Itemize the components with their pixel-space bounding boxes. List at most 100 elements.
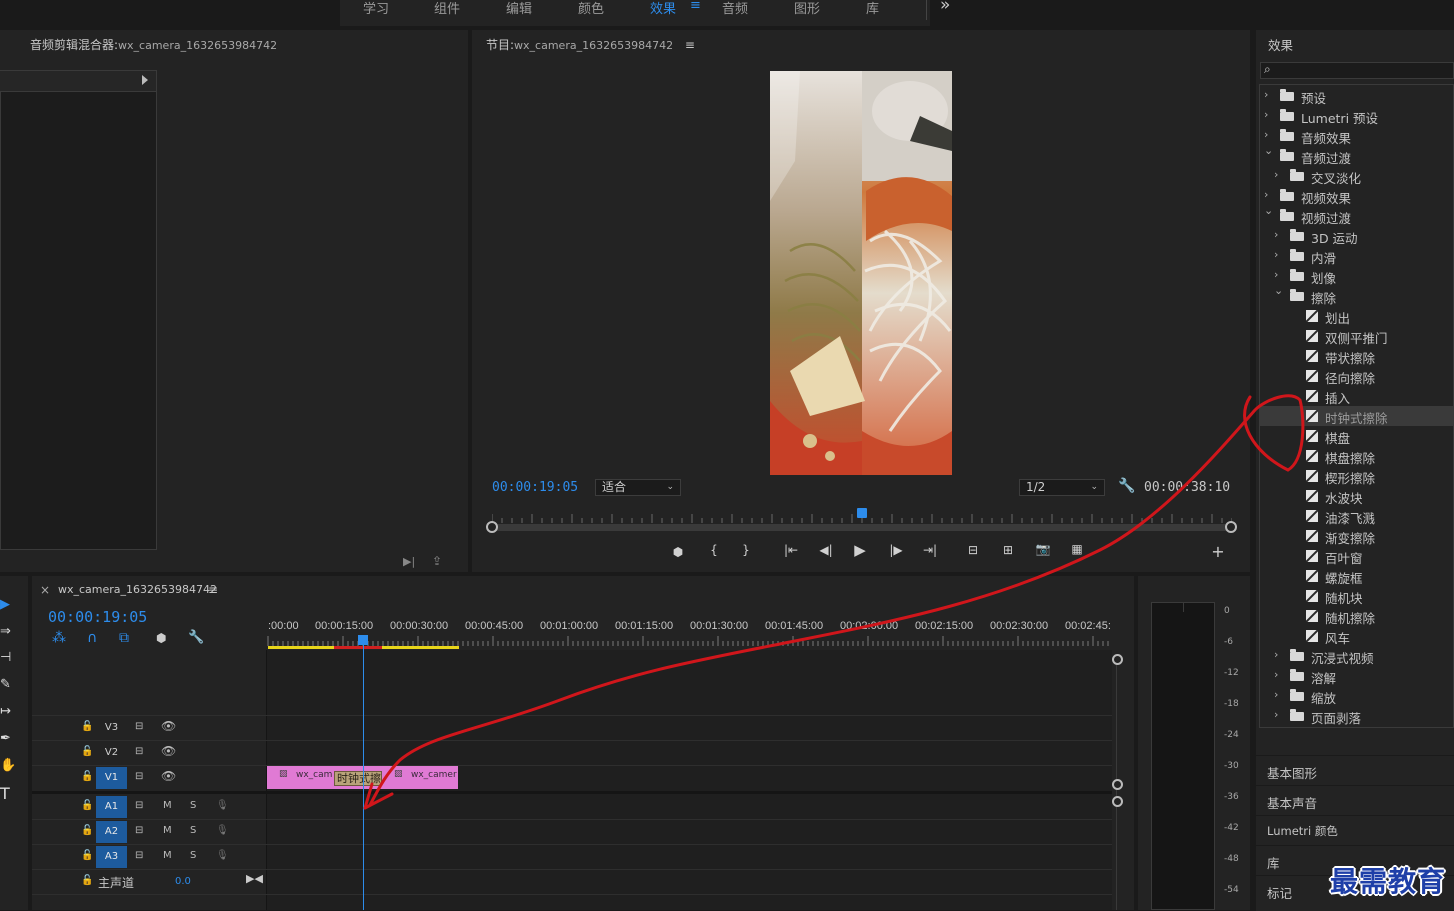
add-button-icon[interactable]: +: [1209, 542, 1227, 561]
timeline-close-icon[interactable]: ×: [40, 583, 50, 597]
mark-in-icon[interactable]: {: [705, 543, 723, 557]
linked-selection-icon[interactable]: ⧉: [119, 630, 129, 646]
program-current-timecode[interactable]: 00:00:19:05: [492, 480, 578, 495]
chevron-right-icon[interactable]: ›: [1264, 88, 1274, 101]
microphone-icon[interactable]: 🎙: [216, 800, 229, 811]
effects-tree-item[interactable]: 楔形擦除: [1260, 466, 1454, 486]
eye-icon[interactable]: 👁: [161, 769, 176, 783]
export-frame-camera-icon[interactable]: 📷: [1034, 542, 1052, 556]
effects-search-bar[interactable]: ⌕: [1260, 62, 1454, 80]
play-icon[interactable]: ▶: [851, 541, 869, 559]
effects-search-input[interactable]: [1279, 63, 1453, 80]
track-header-a2[interactable]: 🔓 A2 ⊟ M S 🎙: [32, 820, 266, 844]
effects-tree-item[interactable]: › 缩放: [1260, 686, 1454, 706]
slip-tool-icon[interactable]: ↦: [0, 704, 14, 719]
track-header-a1[interactable]: 🔓 A1 ⊟ M S 🎙: [32, 795, 266, 819]
ripple-edit-tool-icon[interactable]: ⊣: [0, 650, 14, 665]
mixer-loop-icon[interactable]: ▶|: [403, 555, 415, 568]
effects-tree-item[interactable]: › 3D 运动: [1260, 226, 1454, 246]
essential-sound-panel[interactable]: 基本声音: [1256, 785, 1454, 815]
microphone-icon[interactable]: 🎙: [216, 850, 229, 861]
sync-lock-icon[interactable]: ⊟: [135, 825, 143, 836]
effects-tree-item[interactable]: 随机擦除: [1260, 606, 1454, 626]
lumetri-color-panel[interactable]: Lumetri 颜色: [1256, 815, 1454, 845]
effects-tree-item[interactable]: 带状擦除: [1260, 346, 1454, 366]
scroll-handle-mid[interactable]: [1112, 779, 1123, 790]
effects-tree-item[interactable]: 径向擦除: [1260, 366, 1454, 386]
effects-tree-item[interactable]: › 音频效果: [1260, 126, 1454, 146]
track-header-a3[interactable]: 🔓 A3 ⊟ M S 🎙: [32, 845, 266, 869]
track-header-v2[interactable]: 🔓 V2 ⊟ 👁: [32, 741, 266, 765]
eye-icon[interactable]: 👁: [161, 744, 176, 758]
lock-icon[interactable]: 🔓: [81, 875, 93, 886]
sync-lock-icon[interactable]: ⊟: [135, 721, 143, 732]
chevron-right-icon[interactable]: ›: [1274, 668, 1284, 681]
sync-lock-icon[interactable]: ⊟: [135, 771, 143, 782]
effects-tree-item[interactable]: › 划像: [1260, 266, 1454, 286]
pen-tool-icon[interactable]: ✒: [0, 731, 14, 746]
tab-effects-menu-icon[interactable]: ≡: [690, 0, 701, 13]
lock-icon[interactable]: 🔓: [81, 850, 93, 861]
snap-magnet-icon[interactable]: ∩: [87, 630, 97, 646]
chevron-down-icon[interactable]: ⌄: [1264, 204, 1274, 217]
effects-tree-item[interactable]: 油漆飞溅: [1260, 506, 1454, 526]
effects-tree-item[interactable]: 双侧平推门: [1260, 326, 1454, 346]
comparison-view-icon[interactable]: ▦: [1068, 542, 1086, 556]
chevron-right-icon[interactable]: ›: [1274, 688, 1284, 701]
master-track-volume[interactable]: 0.0: [175, 876, 191, 887]
effects-tree-item[interactable]: 风车: [1260, 626, 1454, 646]
track-name-a3[interactable]: A3: [96, 846, 127, 868]
track-name-v1[interactable]: V1: [96, 767, 127, 789]
effects-tree-item[interactable]: 棋盘: [1260, 426, 1454, 446]
nest-toggle-icon[interactable]: ⁂: [52, 630, 66, 646]
tab-graphics[interactable]: 图形: [794, 0, 820, 17]
effects-tree-item[interactable]: 时钟式擦除: [1260, 406, 1454, 426]
chevron-right-icon[interactable]: ›: [1274, 248, 1284, 261]
chevron-right-icon[interactable]: ›: [1264, 188, 1274, 201]
effects-tree-item[interactable]: › 内滑: [1260, 246, 1454, 266]
effects-tree-item[interactable]: › Lumetri 预设: [1260, 106, 1454, 126]
lift-icon[interactable]: ⊟: [964, 543, 982, 557]
program-menu-icon[interactable]: ≡: [685, 38, 695, 52]
settings-wrench-icon[interactable]: 🔧: [1118, 478, 1135, 494]
razor-tool-icon[interactable]: ✎: [0, 677, 14, 692]
effects-tree-item[interactable]: 棋盘擦除: [1260, 446, 1454, 466]
playback-resolution-select[interactable]: 1/2 ⌄: [1019, 479, 1105, 496]
track-name-a2[interactable]: A2: [96, 821, 127, 843]
effects-tree-item[interactable]: › 预设: [1260, 86, 1454, 106]
mute-button[interactable]: M: [163, 800, 172, 811]
hand-tool-icon[interactable]: ✋: [0, 758, 16, 773]
effects-tree-item[interactable]: ⌄ 擦除: [1260, 284, 1454, 306]
effects-tree-item[interactable]: › 视频效果: [1260, 186, 1454, 206]
solo-button[interactable]: S: [190, 850, 196, 861]
effects-tree-item[interactable]: 渐变擦除: [1260, 526, 1454, 546]
type-tool-icon[interactable]: T: [0, 784, 14, 803]
go-to-out-icon[interactable]: ⇥|: [921, 543, 939, 557]
program-playhead[interactable]: [857, 508, 867, 518]
out-point-handle[interactable]: [1225, 521, 1237, 533]
timeline-tab[interactable]: wx_camera_1632653984742: [58, 583, 217, 596]
lock-icon[interactable]: 🔓: [81, 746, 93, 757]
chevron-right-icon[interactable]: ›: [1274, 708, 1284, 721]
tab-assembly[interactable]: 组件: [434, 0, 460, 17]
timeline-marker-icon[interactable]: ⬢: [156, 631, 166, 645]
effects-tree-item[interactable]: › 溶解: [1260, 666, 1454, 686]
more-workspaces-icon[interactable]: »: [940, 0, 950, 15]
lock-icon[interactable]: 🔓: [81, 721, 93, 732]
chevron-down-icon[interactable]: ⌄: [1274, 284, 1284, 297]
tab-learning[interactable]: 学习: [363, 0, 389, 17]
track-select-tool-icon[interactable]: ⇒: [0, 624, 14, 639]
effects-tree-item[interactable]: › 交叉淡化: [1260, 166, 1454, 186]
effects-panel-title[interactable]: 效果: [1268, 35, 1293, 54]
audio-mixer-title[interactable]: 音频剪辑混合器:wx_camera_1632653984742: [30, 36, 277, 53]
add-marker-icon[interactable]: ⬢: [669, 545, 687, 559]
tab-libraries[interactable]: 库: [866, 0, 879, 17]
chevron-right-icon[interactable]: ›: [1274, 268, 1284, 281]
sync-lock-icon[interactable]: ⊟: [135, 746, 143, 757]
tab-audio[interactable]: 音频: [722, 0, 748, 17]
timeline-playhead-handle[interactable]: [358, 635, 368, 645]
effects-tree-item[interactable]: › 页面剥落: [1260, 706, 1454, 726]
extract-icon[interactable]: ⊞: [999, 543, 1017, 557]
lock-icon[interactable]: 🔓: [81, 800, 93, 811]
eye-icon[interactable]: 👁: [161, 719, 176, 733]
